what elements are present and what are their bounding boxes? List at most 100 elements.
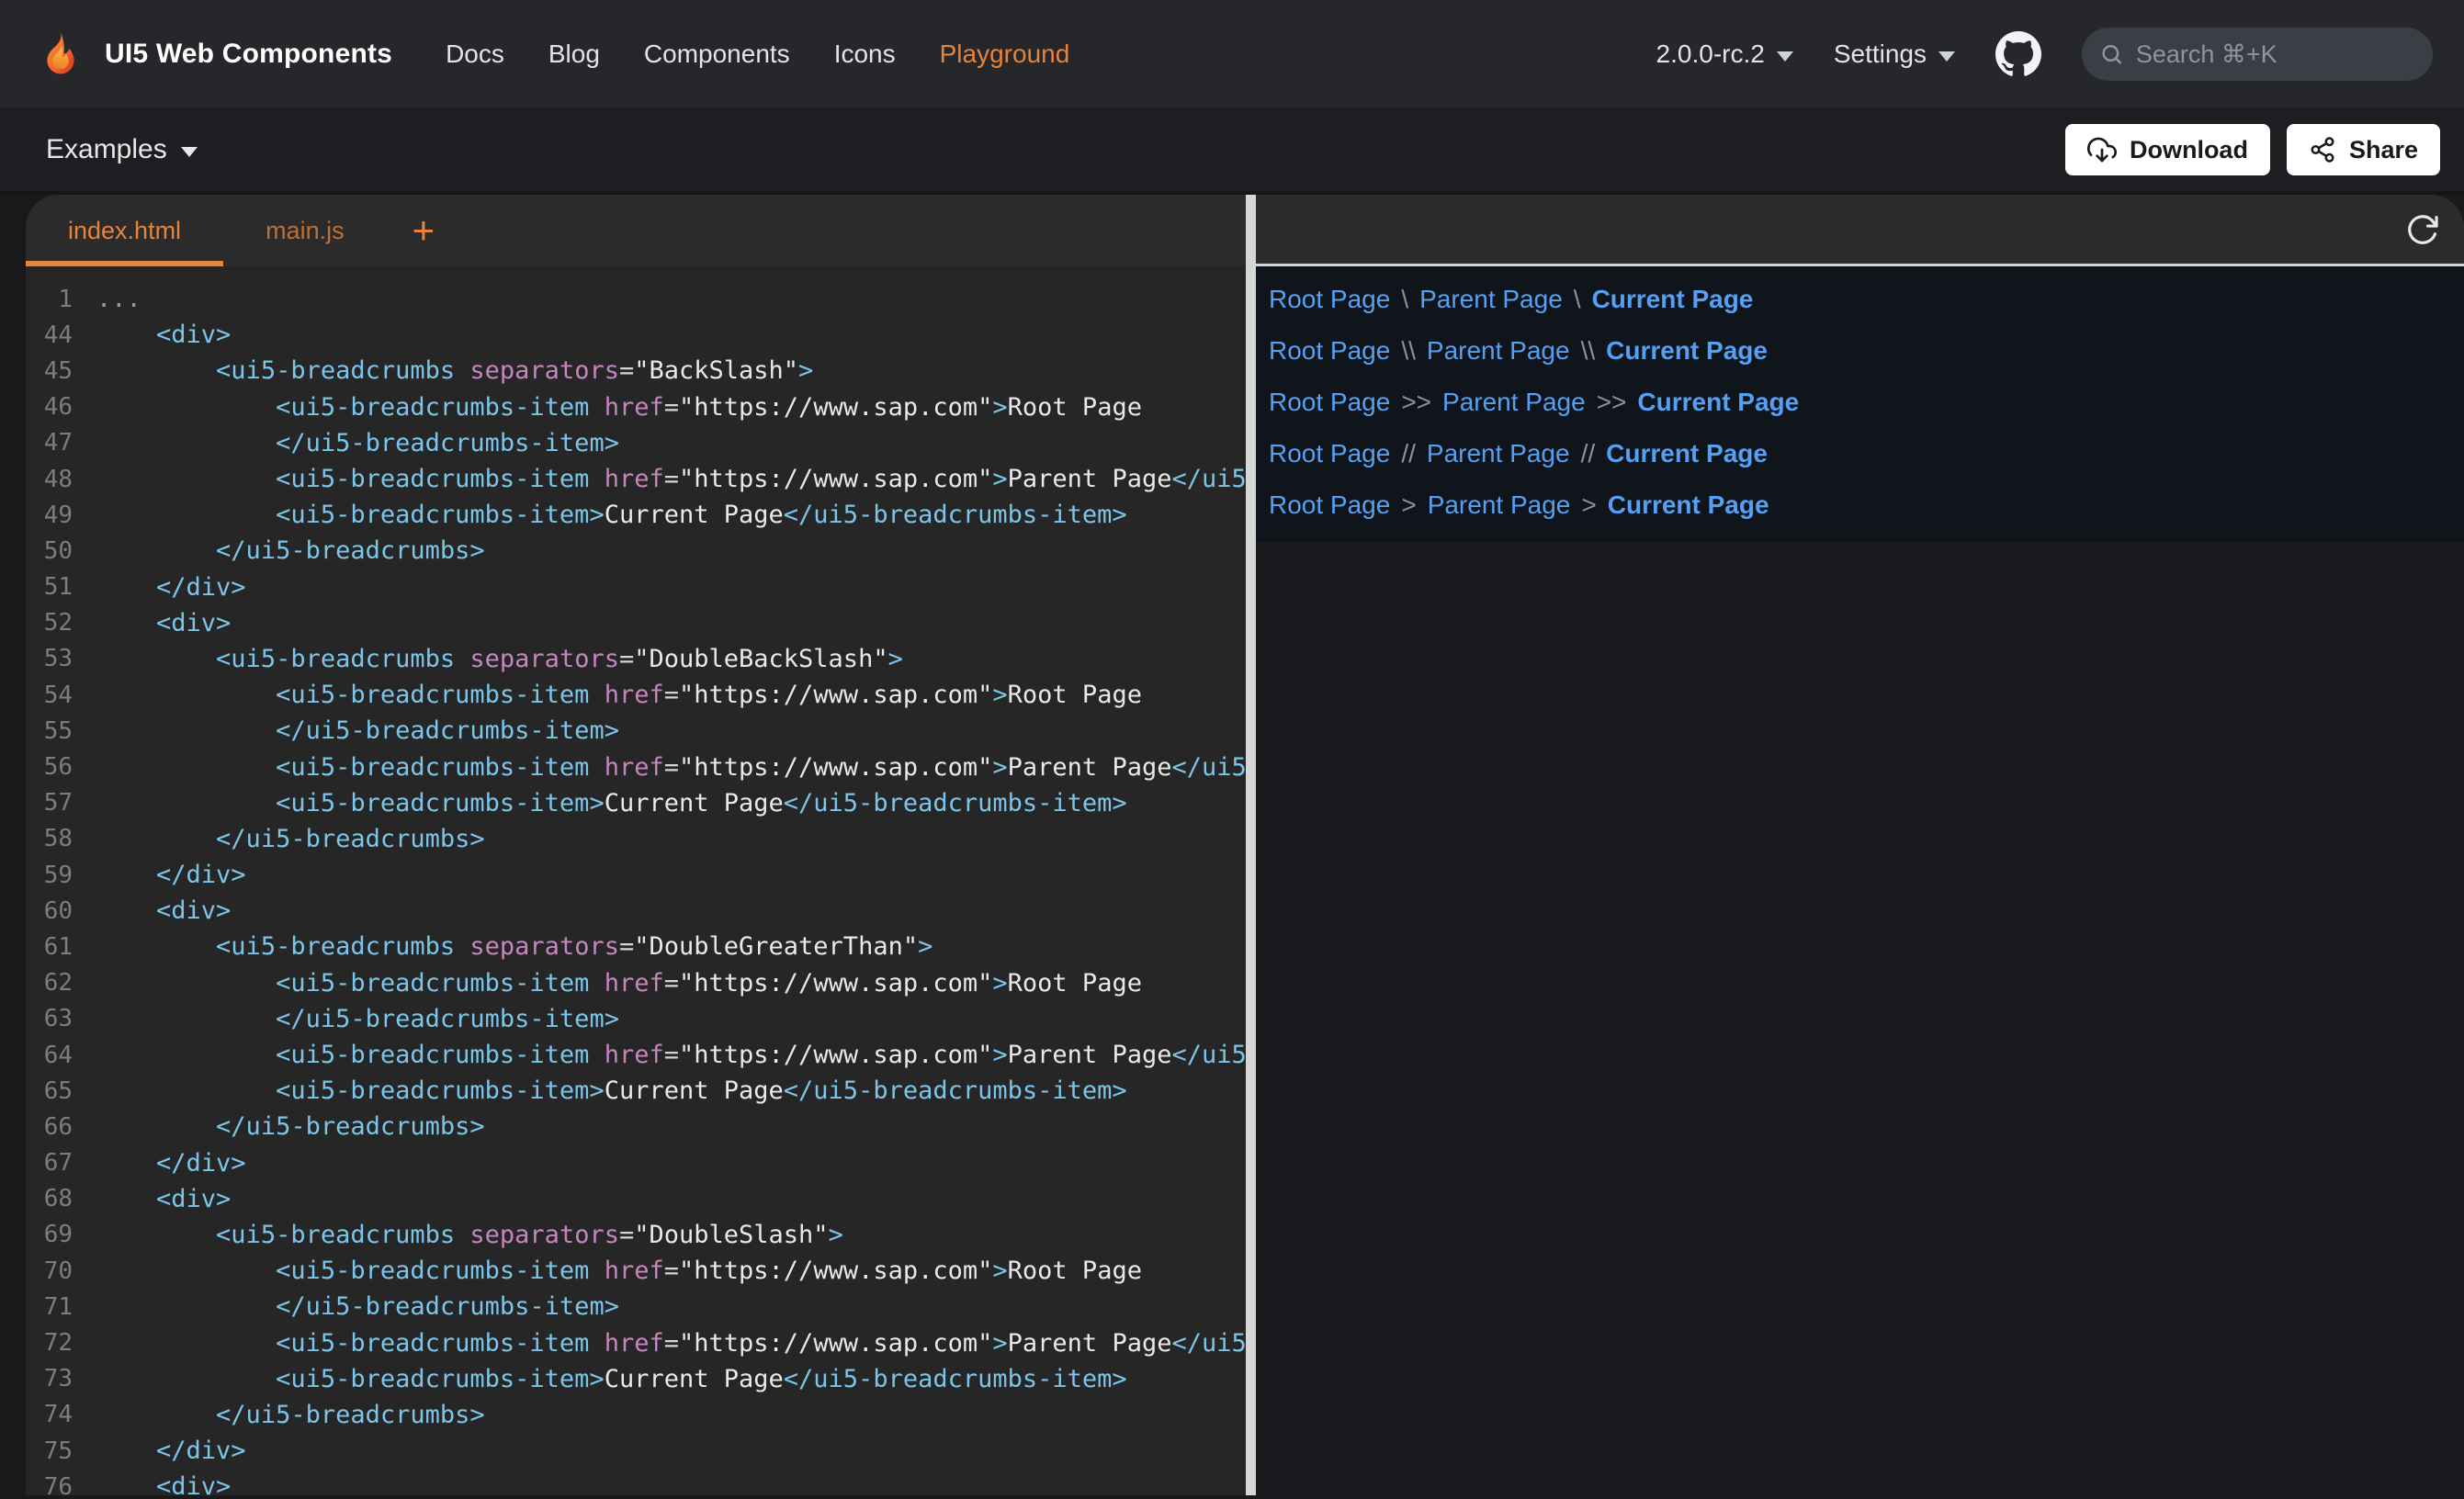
version-dropdown[interactable]: 2.0.0-rc.2 (1656, 39, 1793, 69)
code-line[interactable]: 69 <ui5-breadcrumbs separators="DoubleSl… (26, 1217, 1246, 1253)
brand[interactable]: UI5 Web Components (37, 30, 392, 78)
code-line[interactable]: 60 <div> (26, 893, 1246, 929)
nav-item-blog[interactable]: Blog (548, 39, 600, 69)
line-content: </ui5-breadcrumbs-item> (96, 716, 619, 745)
line-content: </ui5-breadcrumbs> (96, 825, 485, 853)
download-button[interactable]: Download (2065, 124, 2270, 175)
line-number: 75 (26, 1437, 73, 1465)
code-line[interactable]: 55 </ui5-breadcrumbs-item> (26, 713, 1246, 749)
code-line[interactable]: 71 </ui5-breadcrumbs-item> (26, 1289, 1246, 1324)
line-content: </ui5-breadcrumbs> (96, 536, 485, 565)
pane-splitter[interactable] (1246, 195, 1256, 1495)
nav-item-icons[interactable]: Icons (834, 39, 896, 69)
breadcrumb-separator: > (1581, 490, 1596, 520)
chevron-down-icon (181, 147, 198, 157)
code-line[interactable]: 74 </ui5-breadcrumbs> (26, 1397, 1246, 1433)
line-number: 47 (26, 429, 73, 456)
code-line[interactable]: 64 <ui5-breadcrumbs-item href="https://w… (26, 1037, 1246, 1073)
code-line[interactable]: 68 <div> (26, 1181, 1246, 1217)
code-line[interactable]: 65 <ui5-breadcrumbs-item>Current Page</u… (26, 1073, 1246, 1109)
code-line[interactable]: 49 <ui5-breadcrumbs-item>Current Page</u… (26, 497, 1246, 533)
line-content: <ui5-breadcrumbs-item href="https://www.… (96, 969, 1142, 997)
code-line[interactable]: 75 </div> (26, 1433, 1246, 1469)
breadcrumb-separator: // (1581, 439, 1596, 468)
line-content: <ui5-breadcrumbs-item href="https://www.… (96, 1041, 1246, 1069)
code-line[interactable]: 62 <ui5-breadcrumbs-item href="https://w… (26, 965, 1246, 1001)
refresh-button[interactable] (2405, 212, 2440, 247)
editor-tabbar: index.htmlmain.js+ (26, 195, 1246, 266)
line-number: 69 (26, 1221, 73, 1248)
nav-item-components[interactable]: Components (644, 39, 790, 69)
line-content: </ui5-breadcrumbs> (96, 1112, 485, 1141)
breadcrumb-row: Root Page\\Parent Page\\Current Page (1269, 325, 2464, 377)
line-number: 57 (26, 789, 73, 817)
nav-item-playground[interactable]: Playground (940, 39, 1070, 69)
add-tab-button[interactable]: + (387, 195, 461, 266)
nav-item-docs[interactable]: Docs (446, 39, 504, 69)
breadcrumb-row: Root Page//Parent Page//Current Page (1269, 428, 2464, 479)
line-number: 50 (26, 537, 73, 565)
code-line[interactable]: 53 <ui5-breadcrumbs separators="DoubleBa… (26, 641, 1246, 677)
code-line[interactable]: 67 </div> (26, 1145, 1246, 1181)
breadcrumb-link[interactable]: Parent Page (1428, 490, 1571, 520)
refresh-icon (2405, 212, 2440, 247)
line-number: 76 (26, 1473, 73, 1495)
search-input[interactable] (2136, 40, 2414, 69)
code-line[interactable]: 72 <ui5-breadcrumbs-item href="https://w… (26, 1324, 1246, 1360)
code-line[interactable]: 52 <div> (26, 605, 1246, 641)
line-content: <ui5-breadcrumbs separators="BackSlash"> (96, 356, 813, 385)
breadcrumb-link[interactable]: Root Page (1269, 388, 1390, 417)
code-line[interactable]: 57 <ui5-breadcrumbs-item>Current Page</u… (26, 785, 1246, 821)
breadcrumb-link[interactable]: Root Page (1269, 439, 1390, 468)
line-number: 74 (26, 1401, 73, 1428)
code-line[interactable]: 44 <div> (26, 317, 1246, 353)
preview-toolbar (1256, 195, 2464, 266)
line-content: </div> (96, 1437, 246, 1465)
examples-dropdown[interactable]: Examples (46, 134, 198, 165)
code-line[interactable]: 56 <ui5-breadcrumbs-item href="https://w… (26, 749, 1246, 784)
breadcrumb-link[interactable]: Parent Page (1427, 336, 1570, 366)
search-box[interactable] (2082, 28, 2433, 81)
breadcrumb-row: Root Page>>Parent Page>>Current Page (1269, 377, 2464, 428)
code-line[interactable]: 50 </ui5-breadcrumbs> (26, 533, 1246, 569)
breadcrumb-link[interactable]: Root Page (1269, 336, 1390, 366)
breadcrumb-link[interactable]: Parent Page (1419, 285, 1563, 314)
code-line[interactable]: 61 <ui5-breadcrumbs separators="DoubleGr… (26, 929, 1246, 964)
code-editor[interactable]: 1...44 <div>45 <ui5-breadcrumbs separato… (26, 266, 1246, 1495)
line-number: 1 (26, 286, 73, 313)
line-content: </ui5-breadcrumbs-item> (96, 429, 619, 457)
line-content: <ui5-breadcrumbs-item href="https://www.… (96, 393, 1142, 422)
code-line[interactable]: 46 <ui5-breadcrumbs-item href="https://w… (26, 389, 1246, 425)
tab-main.js[interactable]: main.js (223, 195, 387, 266)
brand-title: UI5 Web Components (105, 39, 392, 70)
code-line[interactable]: 73 <ui5-breadcrumbs-item>Current Page</u… (26, 1361, 1246, 1397)
breadcrumb-link[interactable]: Parent Page (1442, 388, 1586, 417)
breadcrumb-link[interactable]: Root Page (1269, 490, 1390, 520)
code-line[interactable]: 45 <ui5-breadcrumbs separators="BackSlas… (26, 353, 1246, 389)
code-line[interactable]: 51 </div> (26, 569, 1246, 605)
settings-label: Settings (1834, 39, 1927, 69)
share-icon (2309, 136, 2336, 163)
code-line[interactable]: 66 </ui5-breadcrumbs> (26, 1109, 1246, 1144)
code-line[interactable]: 1... (26, 281, 1246, 317)
line-number: 71 (26, 1293, 73, 1321)
ui5-flame-logo (37, 30, 85, 78)
code-line[interactable]: 59 </div> (26, 857, 1246, 893)
code-line[interactable]: 54 <ui5-breadcrumbs-item href="https://w… (26, 677, 1246, 713)
tab-index.html[interactable]: index.html (26, 195, 223, 266)
code-line[interactable]: 47 </ui5-breadcrumbs-item> (26, 425, 1246, 461)
code-line[interactable]: 63 </ui5-breadcrumbs-item> (26, 1001, 1246, 1037)
github-link[interactable] (1995, 31, 2041, 77)
code-line[interactable]: 70 <ui5-breadcrumbs-item href="https://w… (26, 1253, 1246, 1289)
code-line[interactable]: 58 </ui5-breadcrumbs> (26, 821, 1246, 857)
line-content: <ui5-breadcrumbs-item href="https://www.… (96, 753, 1246, 782)
code-line[interactable]: 48 <ui5-breadcrumbs-item href="https://w… (26, 461, 1246, 497)
line-content: <ui5-breadcrumbs-item>Current Page</ui5-… (96, 1365, 1127, 1393)
breadcrumb-link[interactable]: Root Page (1269, 285, 1390, 314)
share-button[interactable]: Share (2287, 124, 2440, 175)
code-line[interactable]: 76 <div> (26, 1469, 1246, 1495)
line-content: ... (96, 285, 141, 313)
breadcrumb-link[interactable]: Parent Page (1427, 439, 1570, 468)
breadcrumb-row: Root Page\Parent Page\Current Page (1269, 274, 2464, 325)
settings-dropdown[interactable]: Settings (1834, 39, 1955, 69)
